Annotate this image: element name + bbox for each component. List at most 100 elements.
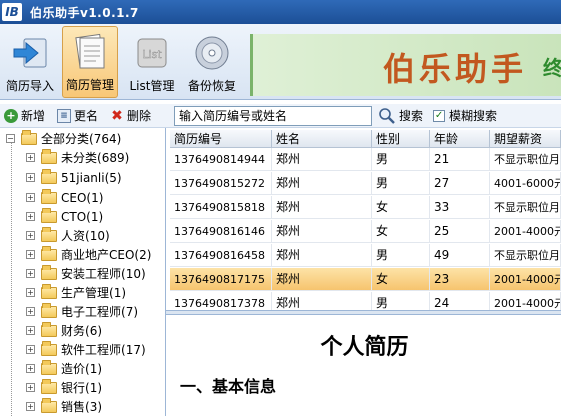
category-toolbar: + 新增 ≡ 更名 ✖ 删除	[0, 104, 166, 128]
preview-section-heading: 一、基本信息	[180, 377, 277, 396]
tree-item-cost[interactable]: + 造价 (1)	[26, 359, 102, 378]
fuzzy-search-label: 模糊搜索	[449, 109, 498, 123]
table-row[interactable]: 1376490816458 郑州 男 49 不显示职位月	[170, 244, 561, 267]
resume-import-label: 简历导入	[5, 79, 54, 93]
title-bar: IB 伯乐助手v1.0.1.7	[0, 0, 561, 24]
resume-manage-label: 简历管理	[65, 78, 114, 92]
cell-name: 郑州	[272, 196, 372, 218]
cell-gender: 男	[372, 148, 430, 170]
expand-icon[interactable]: +	[26, 288, 35, 297]
column-header-id[interactable]: 简历编号	[170, 130, 272, 147]
table-row-selected[interactable]: 1376490817175 郑州 女 23 2001-4000元	[170, 268, 561, 291]
tree-root[interactable]: − 全部分类 (764)	[6, 129, 121, 148]
fuzzy-search-checkbox[interactable]: ✓	[433, 109, 446, 122]
cell-id: 1376490817378	[170, 292, 272, 310]
expand-icon[interactable]: +	[26, 364, 35, 373]
expand-icon[interactable]: +	[26, 231, 35, 240]
tree-item-uncategorized[interactable]: + 未分类 (689)	[26, 148, 129, 167]
cell-salary: 2001-4000元	[490, 268, 561, 290]
resume-import-button[interactable]: 简历导入	[2, 26, 58, 98]
tree-item-sales[interactable]: + 销售 (3)	[26, 397, 102, 416]
tree-item-count: (17)	[121, 342, 146, 357]
cell-name: 郑州	[272, 244, 372, 266]
tree-item-count: (2)	[134, 247, 152, 262]
backup-restore-button[interactable]: 备份恢复	[184, 26, 240, 98]
cell-salary: 2001-4000元	[490, 292, 561, 310]
expand-icon[interactable]: +	[26, 250, 35, 259]
table-row[interactable]: 1376490814944 郑州 男 21 不显示职位月	[170, 148, 561, 171]
app-logo: IB	[2, 3, 22, 21]
add-category-button[interactable]: + 新增	[4, 107, 45, 124]
resume-manage-button[interactable]: 简历管理	[62, 26, 118, 98]
tree-item-label: 商业地产CEO	[61, 248, 135, 262]
search-button[interactable]: 搜索	[378, 107, 423, 125]
tree-item-bank[interactable]: + 银行 (1)	[26, 378, 102, 397]
cell-id: 1376490817175	[170, 268, 272, 290]
tree-item-count: (1)	[109, 285, 127, 300]
tree-item-count: (1)	[85, 361, 103, 376]
tree-item-label: CEO	[61, 190, 87, 205]
tree-item-cto[interactable]: + CTO (1)	[26, 207, 103, 226]
folder-icon	[41, 264, 57, 280]
tree-item-count: (10)	[85, 228, 110, 243]
expand-icon[interactable]: +	[26, 402, 35, 411]
expand-icon[interactable]: +	[26, 383, 35, 392]
fuzzy-search-toggle[interactable]: ✓ 模糊搜索	[433, 107, 497, 124]
tree-item-commercial-ceo[interactable]: + 商业地产CEO (2)	[26, 245, 151, 264]
expand-icon[interactable]: +	[26, 173, 35, 182]
table-row[interactable]: 1376490815818 郑州 女 33 不显示职位月	[170, 196, 561, 219]
tree-item-finance[interactable]: + 财务 (6)	[26, 321, 102, 340]
column-header-salary[interactable]: 期望薪资	[490, 130, 561, 147]
folder-icon	[41, 168, 57, 184]
folder-icon	[41, 283, 57, 299]
tree-item-ceo[interactable]: + CEO (1)	[26, 188, 103, 207]
backup-disc-icon	[195, 36, 229, 70]
column-header-age[interactable]: 年龄	[430, 130, 490, 147]
folder-icon	[41, 359, 57, 375]
table-row[interactable]: 1376490817378 郑州 男 24 2001-4000元	[170, 292, 561, 310]
tree-item-install-engineer[interactable]: + 安装工程师 (10)	[26, 264, 146, 283]
expand-icon[interactable]: +	[26, 193, 35, 202]
column-header-name[interactable]: 姓名	[272, 130, 372, 147]
search-bar: 搜索 ✓ 模糊搜索	[166, 104, 561, 128]
column-header-gender[interactable]: 性别	[372, 130, 430, 147]
search-input[interactable]	[174, 105, 372, 126]
cell-age: 23	[430, 268, 490, 290]
cell-gender: 男	[372, 244, 430, 266]
table-row[interactable]: 1376490816146 郑州 女 25 2001-4000元	[170, 220, 561, 243]
cell-salary: 不显示职位月	[490, 244, 561, 266]
folder-icon	[41, 302, 57, 318]
folder-icon	[41, 321, 57, 337]
cell-id: 1376490815818	[170, 196, 272, 218]
expand-icon[interactable]: +	[26, 153, 35, 162]
cell-salary: 不显示职位月	[490, 148, 561, 170]
tree-item-electronics[interactable]: + 电子工程师 (7)	[26, 302, 138, 321]
tree-item-label: 生产管理	[61, 286, 110, 300]
table-row[interactable]: 1376490815272 郑州 男 27 4001-6000元	[170, 172, 561, 195]
expand-icon[interactable]: +	[26, 326, 35, 335]
delete-category-label: 删除	[127, 109, 152, 123]
tree-item-label: 银行	[61, 381, 86, 395]
tree-item-count: (6)	[85, 323, 103, 338]
tree-item-label: 安装工程师	[61, 267, 122, 281]
expand-icon[interactable]: +	[26, 212, 35, 221]
svg-text:List: List	[142, 48, 162, 61]
cell-gender: 男	[372, 292, 430, 310]
expand-icon[interactable]: +	[26, 345, 35, 354]
rename-category-button[interactable]: ≡ 更名	[57, 107, 98, 124]
resume-manage-icon	[75, 33, 105, 69]
tree-item-51jianli[interactable]: + 51jianli (5)	[26, 168, 122, 187]
list-manage-label: List管理	[129, 79, 175, 93]
collapse-icon[interactable]: −	[6, 134, 15, 143]
delete-category-button[interactable]: ✖ 删除	[110, 107, 151, 124]
tree-item-hr[interactable]: + 人资 (10)	[26, 226, 110, 245]
expand-icon[interactable]: +	[26, 307, 35, 316]
tree-item-production[interactable]: + 生产管理 (1)	[26, 283, 126, 302]
tree-root-label: 全部分类	[41, 132, 90, 146]
expand-icon[interactable]: +	[26, 269, 35, 278]
tree-item-software[interactable]: + 软件工程师 (17)	[26, 340, 146, 359]
folder-icon	[41, 245, 57, 261]
tree-root-count: (764)	[89, 131, 122, 146]
list-manage-button[interactable]: List List管理	[124, 26, 180, 98]
cell-age: 24	[430, 292, 490, 310]
